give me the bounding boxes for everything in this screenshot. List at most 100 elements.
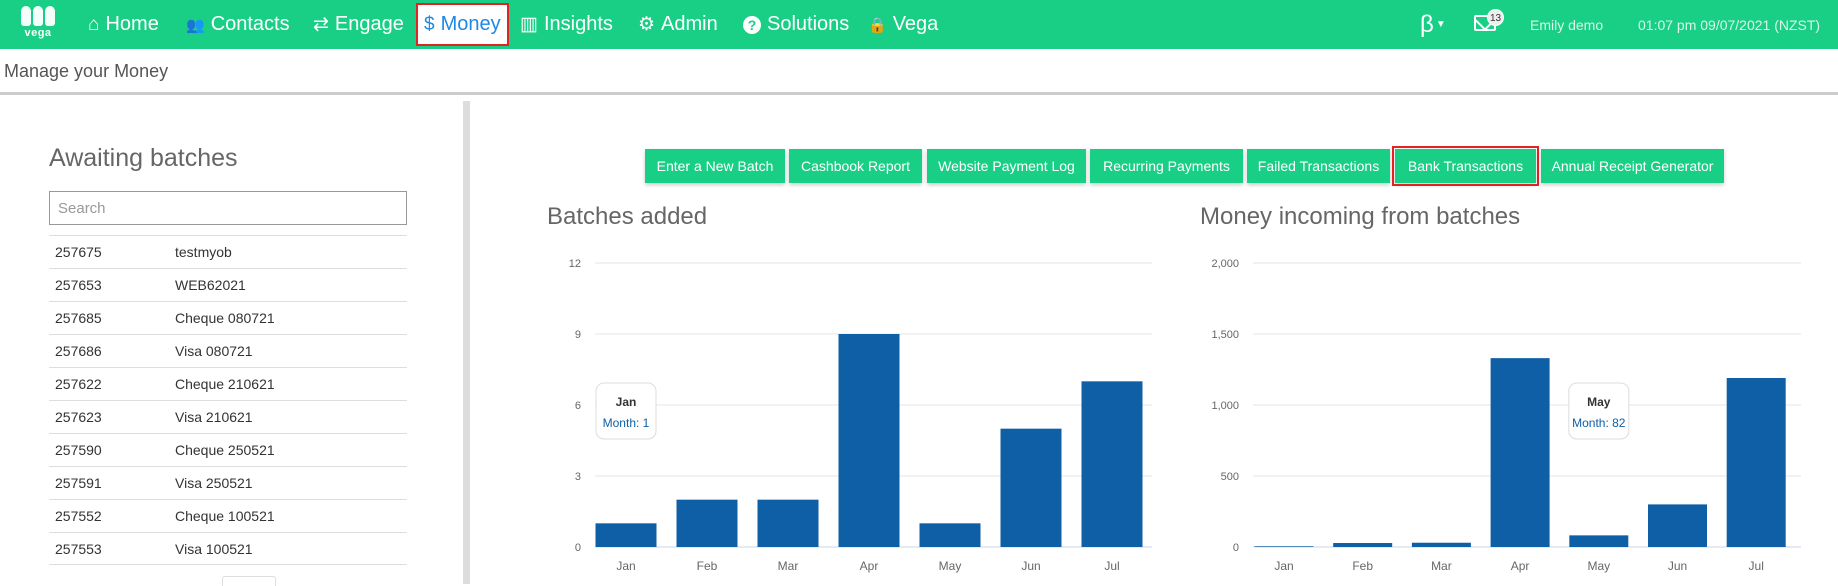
exchange-icon: ⇄ xyxy=(313,14,329,35)
batch-id: 257623 xyxy=(55,409,102,425)
x-tick-label: May xyxy=(939,559,962,573)
tooltip-box xyxy=(1568,382,1630,440)
tooltip-category: May xyxy=(1587,395,1611,409)
x-tick-label: Mar xyxy=(1431,559,1452,573)
batch-name: Cheque 210621 xyxy=(175,376,275,392)
batch-id: 257590 xyxy=(55,442,102,458)
x-tick-label: Jan xyxy=(1274,559,1293,573)
bar xyxy=(919,523,981,547)
bar xyxy=(676,499,738,547)
nav-vega[interactable]: 🔒 Vega xyxy=(868,0,938,49)
website-payment-log-button[interactable]: Website Payment Log xyxy=(927,149,1086,183)
recurring-payments-button[interactable]: Recurring Payments xyxy=(1090,149,1243,183)
x-tick-label: Jul xyxy=(1104,559,1119,573)
y-tick-label: 9 xyxy=(575,329,581,341)
tooltip-value: Month: 82 xyxy=(1572,416,1626,430)
top-navbar: vega ⌂ Home 👥 Contacts ⇄ Engage $ Money … xyxy=(0,0,1838,49)
enter-new-batch-button[interactable]: Enter a New Batch xyxy=(645,149,785,183)
beta-label: β xyxy=(1420,10,1434,38)
cogs-icon: ⚙ xyxy=(638,14,656,35)
y-tick-label: 2,000 xyxy=(1211,258,1239,270)
batch-row[interactable]: 257653 WEB62021 xyxy=(49,268,407,301)
batch-row[interactable]: 257553 Visa 100521 xyxy=(49,532,407,565)
batch-row[interactable]: 257623 Visa 210621 xyxy=(49,400,407,433)
batch-name: WEB62021 xyxy=(175,277,246,293)
y-tick-label: 500 xyxy=(1221,471,1239,483)
y-tick-label: 1,500 xyxy=(1211,329,1239,341)
x-tick-label: Feb xyxy=(697,559,718,573)
dollar-icon: $ xyxy=(424,13,435,35)
batch-row[interactable]: 257590 Cheque 250521 xyxy=(49,433,407,466)
annual-receipt-generator-button[interactable]: Annual Receipt Generator xyxy=(1541,149,1724,183)
panel-divider[interactable] xyxy=(463,101,470,584)
datetime: 01:07 pm 09/07/2021 (NZST) xyxy=(1638,16,1821,33)
nav-money-label: Money xyxy=(440,13,501,35)
x-tick-label: Apr xyxy=(1511,559,1530,573)
bar xyxy=(838,334,900,547)
chart-title-money: Money incoming from batches xyxy=(1200,203,1521,230)
batch-name: Cheque 100521 xyxy=(175,508,275,524)
batch-id: 257552 xyxy=(55,508,102,524)
money-incoming-chart: 0 500 1,000 1,500 2,000 Jan Feb Mar Apr May Jun Jul… xyxy=(1211,258,1801,573)
user-name[interactable]: Emily demo xyxy=(1530,0,1603,49)
batch-row[interactable]: 257622 Cheque 210621 xyxy=(49,367,407,400)
batch-row[interactable]: 257686 Visa 080721 xyxy=(49,334,407,367)
caret-down-icon: ▼ xyxy=(1435,19,1446,30)
x-tick-label: Jan xyxy=(616,559,635,573)
logo-text: vega xyxy=(24,27,52,39)
batch-row[interactable]: 257675 testmyob xyxy=(49,235,407,268)
y-tick-label: 0 xyxy=(575,542,581,554)
x-tick-label: May xyxy=(1587,559,1610,573)
lock-icon: 🔒 xyxy=(868,16,887,34)
beta-menu[interactable]: β ▼ xyxy=(1420,0,1446,49)
batch-name: Visa 210621 xyxy=(175,409,253,425)
tooltip-box xyxy=(595,382,657,440)
bar xyxy=(1000,428,1062,547)
nav-contacts[interactable]: 👥 Contacts xyxy=(186,0,290,49)
y-tick-label: 1,000 xyxy=(1211,400,1239,412)
batch-name: Cheque 080721 xyxy=(175,310,275,326)
batch-row[interactable]: 257552 Cheque 100521 xyxy=(49,499,407,532)
tooltip-category: Jan xyxy=(616,395,637,409)
nav-contacts-label: Contacts xyxy=(210,13,290,35)
search-input[interactable]: Search xyxy=(49,191,407,225)
x-tick-label: Apr xyxy=(860,559,879,573)
nav-engage[interactable]: ⇄ Engage xyxy=(313,0,404,49)
nav-insights[interactable]: ▥ Insights xyxy=(520,0,613,49)
batch-row[interactable]: 257685 Cheque 080721 xyxy=(49,301,407,334)
y-tick-label: 0 xyxy=(1233,542,1239,554)
batches-added-chart: 0 3 6 9 12 Jan Feb Mar Apr May Jun Jul Jan Month: 1 xyxy=(569,258,1152,573)
x-tick-label: Jun xyxy=(1668,559,1687,573)
nav-insights-label: Insights xyxy=(543,13,613,35)
batch-id: 257553 xyxy=(55,540,102,557)
users-icon: 👥 xyxy=(186,16,205,34)
home-icon: ⌂ xyxy=(88,13,100,35)
nav-engage-label: Engage xyxy=(334,13,404,35)
batch-id: 257686 xyxy=(55,343,102,359)
tooltip-value: Month: 1 xyxy=(603,416,650,430)
question-icon: ? xyxy=(743,15,761,34)
nav-money[interactable]: $ Money xyxy=(416,3,509,46)
batch-row[interactable]: 257591 Visa 250521 xyxy=(49,466,407,499)
mail-badge: 13 xyxy=(1487,9,1504,26)
batch-name: Visa 080721 xyxy=(175,343,253,359)
cashbook-report-button[interactable]: Cashbook Report xyxy=(789,149,922,183)
pagination[interactable] xyxy=(222,576,276,586)
chart-tooltip: Jan Month: 1 xyxy=(595,382,657,440)
nav-admin[interactable]: ⚙ Admin xyxy=(638,0,718,49)
nav-admin-label: Admin xyxy=(661,13,718,35)
bar xyxy=(1254,546,1314,547)
x-tick-label: Jul xyxy=(1749,559,1764,573)
page-title: Manage your Money xyxy=(4,61,169,81)
bar xyxy=(1648,504,1707,547)
nav-home[interactable]: ⌂ Home xyxy=(88,0,159,49)
nav-solutions[interactable]: ? Solutions xyxy=(743,0,849,49)
failed-transactions-button[interactable]: Failed Transactions xyxy=(1247,149,1390,183)
batch-id: 257622 xyxy=(55,376,102,392)
logo-people-icon xyxy=(18,6,58,26)
bank-transactions-button[interactable]: Bank Transactions xyxy=(1392,146,1539,186)
batch-name: Cheque 250521 xyxy=(175,442,275,458)
bar xyxy=(1411,542,1471,547)
bar xyxy=(1490,358,1550,547)
vega-logo[interactable]: vega xyxy=(18,6,58,44)
